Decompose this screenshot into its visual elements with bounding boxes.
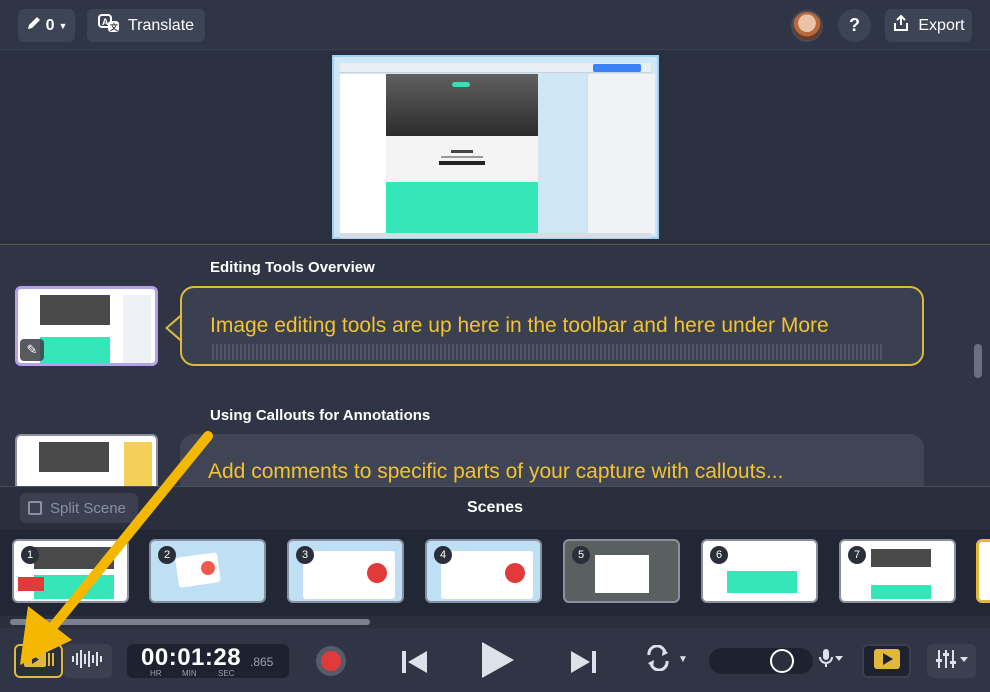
- chevron-down-icon: ▼: [58, 20, 68, 31]
- script-text[interactable]: Add comments to specific parts of your c…: [208, 460, 783, 484]
- playback-controls: 00:01:28 .865 HR MIN SEC ▼: [0, 628, 990, 692]
- help-button[interactable]: ?: [838, 9, 871, 42]
- scenes-title: Scenes: [466, 499, 524, 516]
- edit-count: 0: [45, 16, 55, 34]
- scene-card[interactable]: 4: [425, 539, 542, 603]
- scenes-panel: Split Scene Scenes 1 2 3 4 5 6 7: [0, 486, 990, 628]
- pencil-icon[interactable]: ✎: [20, 339, 44, 361]
- scene-number: 7: [848, 546, 866, 564]
- scene-card[interactable]: 6: [701, 539, 818, 603]
- scene-card[interactable]: 5: [563, 539, 680, 603]
- timecode-display: 00:01:28 .865 HR MIN SEC: [127, 644, 289, 678]
- top-toolbar: 0 ▼ A文 Translate ? Export: [0, 0, 990, 50]
- chevron-down-icon[interactable]: ▼: [678, 654, 688, 665]
- play-icon[interactable]: [478, 640, 516, 690]
- scene-card[interactable]: 3: [287, 539, 404, 603]
- script-text-bubble[interactable]: Add comments to specific parts of your c…: [180, 434, 924, 486]
- mixer-button[interactable]: [927, 644, 976, 678]
- scene-number: 6: [710, 546, 728, 564]
- script-text-bubble[interactable]: Image editing tools are up here in the t…: [180, 286, 924, 366]
- preview-footer: [386, 182, 538, 234]
- scene-number: 4: [434, 546, 452, 564]
- video-track-button[interactable]: [14, 644, 63, 678]
- mixer-icon: [934, 648, 970, 675]
- skip-forward-icon[interactable]: [568, 648, 598, 683]
- preview-area: [0, 51, 990, 245]
- preview-toolbar: [340, 63, 651, 73]
- capture-preview[interactable]: [332, 55, 659, 239]
- scene-card[interactable]: 1: [12, 539, 129, 603]
- volume-slider[interactable]: [709, 648, 813, 674]
- help-label: ?: [849, 15, 860, 35]
- scenes-scrollbar[interactable]: [10, 619, 370, 625]
- edit-count-button[interactable]: 0 ▼: [18, 9, 75, 42]
- scene-card[interactable]: 2: [149, 539, 266, 603]
- translate-icon: A文: [97, 13, 120, 38]
- video-track-icon: [23, 649, 55, 674]
- preview-statusbar: [340, 233, 651, 238]
- script-item-title: Using Callouts for Annotations: [210, 407, 431, 424]
- preview-newsletter: [438, 147, 486, 169]
- user-avatar[interactable]: [791, 10, 823, 42]
- preview-sidebar: [340, 74, 386, 234]
- audio-track-button[interactable]: [64, 644, 112, 678]
- svg-text:A: A: [102, 17, 109, 27]
- export-label: Export: [918, 16, 965, 34]
- translate-label: Translate: [127, 16, 195, 34]
- preview-hero-image: [386, 74, 538, 136]
- preview-play-icon: [873, 648, 901, 675]
- timecode-label-sec: SEC: [218, 669, 235, 678]
- script-item-thumbnail[interactable]: ✎: [15, 286, 158, 366]
- svg-text:文: 文: [110, 22, 119, 32]
- scenes-strip: 1 2 3 4 5 6 7: [0, 530, 990, 616]
- scene-number: 2: [158, 546, 176, 564]
- volume-knob[interactable]: [770, 649, 795, 673]
- preview-play-button[interactable]: [862, 644, 911, 678]
- record-button[interactable]: [316, 646, 346, 676]
- waveform-icon: [71, 648, 105, 675]
- scene-card[interactable]: 7: [839, 539, 956, 603]
- script-panel: Editing Tools Overview ✎ Image editing t…: [0, 246, 990, 486]
- scene-number: 1: [21, 546, 39, 564]
- pencil-icon: [26, 15, 42, 36]
- scene-number: 5: [572, 546, 590, 564]
- microphone-icon[interactable]: [818, 648, 844, 673]
- share-icon: [892, 14, 910, 37]
- timecode: 00:01:28: [141, 644, 242, 671]
- timecode-label-hr: HR: [150, 669, 162, 678]
- preview-inspector: [587, 74, 655, 234]
- script-scrollbar[interactable]: [974, 344, 982, 378]
- script-item-title: Editing Tools Overview: [210, 259, 375, 276]
- script-text[interactable]: Image editing tools are up here in the t…: [210, 314, 829, 338]
- audio-waveform: [212, 344, 882, 360]
- loop-icon[interactable]: [643, 644, 673, 678]
- skip-back-icon[interactable]: [400, 648, 430, 683]
- timecode-label-min: MIN: [182, 669, 197, 678]
- translate-button[interactable]: A文 Translate: [87, 9, 205, 42]
- timecode-milliseconds: .865: [250, 655, 274, 669]
- script-item-thumbnail[interactable]: [15, 434, 158, 486]
- scene-number: 3: [296, 546, 314, 564]
- scene-card-selected[interactable]: [976, 539, 990, 603]
- record-icon: [321, 651, 341, 671]
- export-button[interactable]: Export: [885, 9, 972, 42]
- preview-page: [386, 74, 538, 234]
